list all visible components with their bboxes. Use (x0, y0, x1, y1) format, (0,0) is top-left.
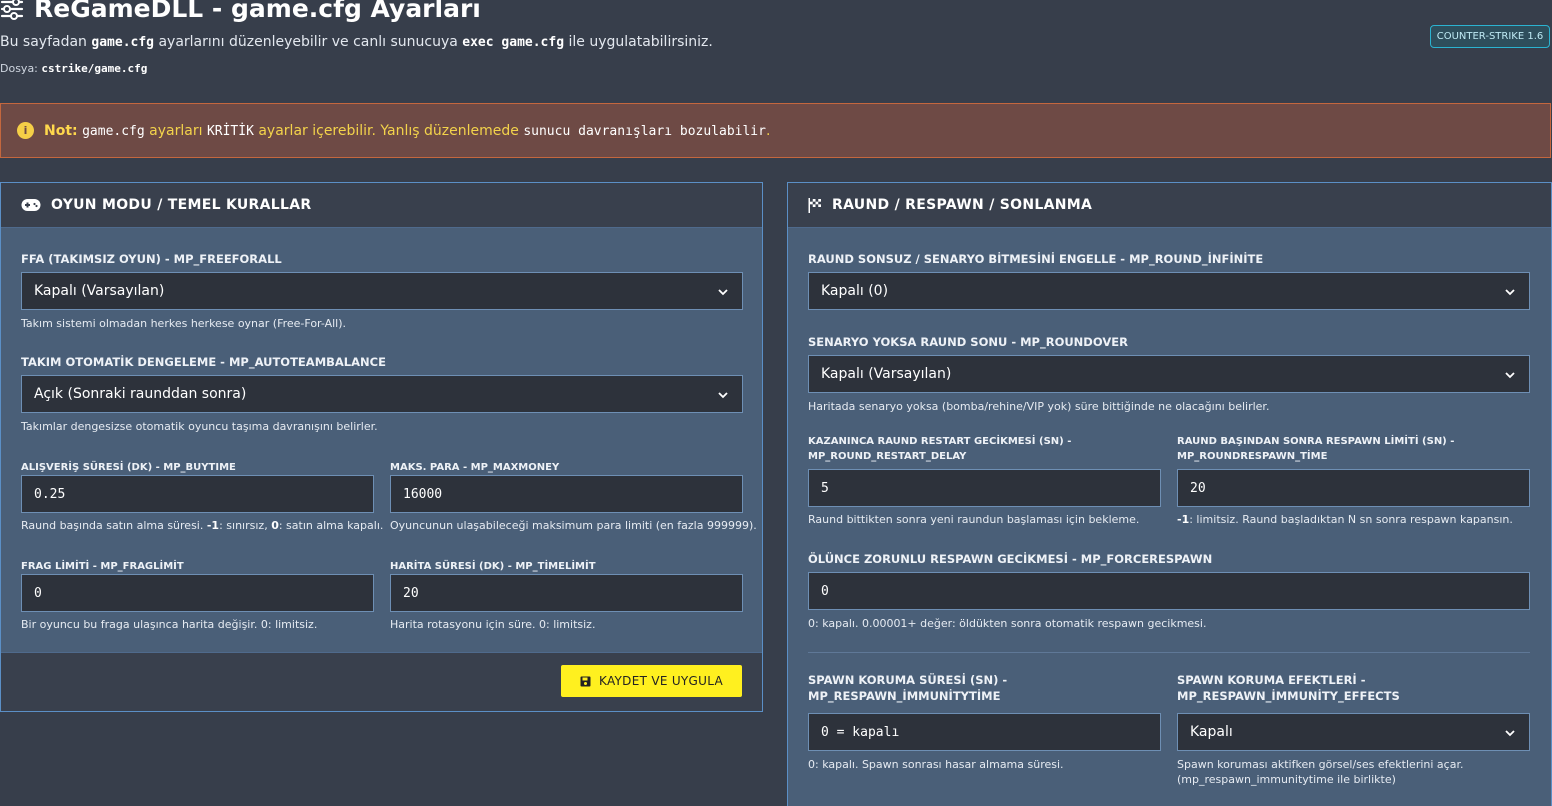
fraglimit-input[interactable]: 0 (21, 574, 374, 612)
roundover-label: SENARYO YOKSA RAUND SONU - MP_ROUNDOVER (808, 335, 1128, 349)
warning-text: Not: game.cfg ayarları KRİTİK ayarlar iç… (44, 122, 771, 139)
round-respawn-panel: RAUND / RESPAWN / SONLANMA RAUND SONSUZ … (787, 182, 1552, 806)
immunitytime-label: SPAWN KORUMA SÜRESİ (SN) - MP_RESPAWN_İM… (808, 673, 1008, 703)
game-badge: COUNTER-STRIKE 1.6 (1430, 25, 1550, 48)
title-row: ReGameDLL - game.cfg Ayarları (0, 0, 481, 23)
freeforall-select[interactable]: Kapalı (Varsayılan) (21, 272, 743, 310)
warning-banner: i Not: game.cfg ayarları KRİTİK ayarlar … (0, 103, 1551, 158)
maxmoney-input[interactable]: 16000 (390, 475, 743, 513)
roundrespawn-time-help: -1: limitsiz. Raund başladıktan N sn son… (1177, 513, 1513, 526)
autoteambalance-select[interactable]: Açık (Sonraki raunddan sonra) (21, 375, 743, 413)
freeforall-help: Takım sistemi olmadan herkes herkese oyn… (21, 317, 347, 330)
panel-header: OYUN MODU / TEMEL KURALLAR (1, 183, 762, 228)
roundover-select[interactable]: Kapalı (Varsayılan) (808, 355, 1530, 393)
buytime-label: ALIŞVERİŞ SÜRESİ (DK) - MP_BUYTIME (21, 462, 236, 473)
fraglimit-label: FRAG LİMİTİ - MP_FRAGLİMİT (21, 561, 184, 572)
roundover-help: Haritada senaryo yoksa (bomba/rehine/VIP… (808, 400, 1270, 413)
checkered-flag-icon (808, 197, 821, 213)
restart-delay-input[interactable]: 5 (808, 469, 1161, 507)
timelimit-input[interactable]: 20 (390, 574, 743, 612)
chevron-down-icon (1505, 372, 1515, 379)
immunity-effects-select[interactable]: Kapalı (1177, 713, 1530, 751)
freeforall-label: FFA (TAKIMSIZ OYUN) - MP_FREEFORALL (21, 252, 282, 266)
timelimit-help: Harita rotasyonu için süre. 0: limitsiz. (390, 618, 596, 631)
maxmoney-help: Oyuncunun ulaşabileceği maksimum para li… (390, 519, 757, 532)
round-infinite-select[interactable]: Kapalı (0) (808, 272, 1530, 310)
autoteambalance-label: TAKIM OTOMATİK DENGELEME - MP_AUTOTEAMBA… (21, 355, 386, 369)
divider (808, 652, 1530, 653)
forcerespawn-help: 0: kapalı. 0.00001+ değer: öldükten sonr… (808, 617, 1207, 630)
timelimit-label: HARİTA SÜRESİ (DK) - MP_TİMELİMİT (390, 561, 596, 572)
restart-delay-label: KAZANINCA RAUND RESTART GECİKMESİ (SN) -… (808, 436, 1072, 462)
maxmoney-label: MAKS. PARA - MP_MAXMONEY (390, 462, 560, 473)
chevron-down-icon (718, 289, 728, 296)
file-path: cstrike/game.cfg (41, 62, 148, 75)
fraglimit-help: Bir oyuncu bu fraga ulaşınca harita deği… (21, 618, 318, 631)
roundrespawn-time-label: RAUND BAŞINDAN SONRA RESPAWN LİMİTİ (SN)… (1177, 436, 1455, 462)
save-apply-button[interactable]: KAYDET VE UYGULA (561, 665, 742, 697)
info-icon: i (17, 122, 34, 139)
autoteambalance-help: Takımlar dengesizse otomatik oyuncu taşı… (21, 420, 378, 433)
forcerespawn-input[interactable]: 0 (808, 572, 1530, 610)
immunitytime-input[interactable]: 0 = kapalı (808, 713, 1161, 751)
immunity-effects-label: SPAWN KORUMA EFEKTLERİ - MP_RESPAWN_İMMU… (1177, 673, 1400, 703)
immunitytime-help: 0: kapalı. Spawn sonrası hasar almama sü… (808, 758, 1064, 771)
file-path-line: Dosya: cstrike/game.cfg (0, 62, 148, 75)
buytime-input[interactable]: 0.25 (21, 475, 374, 513)
chevron-down-icon (1505, 730, 1515, 737)
chevron-down-icon (1505, 289, 1515, 296)
game-mode-panel: OYUN MODU / TEMEL KURALLAR FFA (TAKIMSIZ… (0, 182, 763, 712)
restart-delay-help: Raund bittikten sonra yeni raundun başla… (808, 513, 1140, 526)
buytime-help: Raund başında satın alma süresi. -1: sın… (21, 519, 384, 532)
floppy-icon (580, 676, 591, 686)
immunity-effects-help: Spawn koruması aktifken görsel/ses efekt… (1177, 758, 1464, 786)
chevron-down-icon (718, 392, 728, 399)
page-title: ReGameDLL - game.cfg Ayarları (34, 0, 481, 23)
gamepad-icon (21, 199, 41, 211)
panel-title: OYUN MODU / TEMEL KURALLAR (51, 197, 312, 213)
sliders-icon (0, 0, 24, 20)
panel-footer: KAYDET VE UYGULA (1, 652, 762, 711)
round-infinite-label: RAUND SONSUZ / SENARYO BİTMESİNİ ENGELLE… (808, 252, 1264, 266)
forcerespawn-label: ÖLÜNCE ZORUNLU RESPAWN GECİKMESİ - MP_FO… (808, 552, 1213, 566)
page-subtitle: Bu sayfadan game.cfg ayarlarını düzenley… (0, 34, 713, 50)
roundrespawn-time-input[interactable]: 20 (1177, 469, 1530, 507)
panel-header: RAUND / RESPAWN / SONLANMA (788, 183, 1551, 228)
panel-title: RAUND / RESPAWN / SONLANMA (832, 197, 1093, 213)
